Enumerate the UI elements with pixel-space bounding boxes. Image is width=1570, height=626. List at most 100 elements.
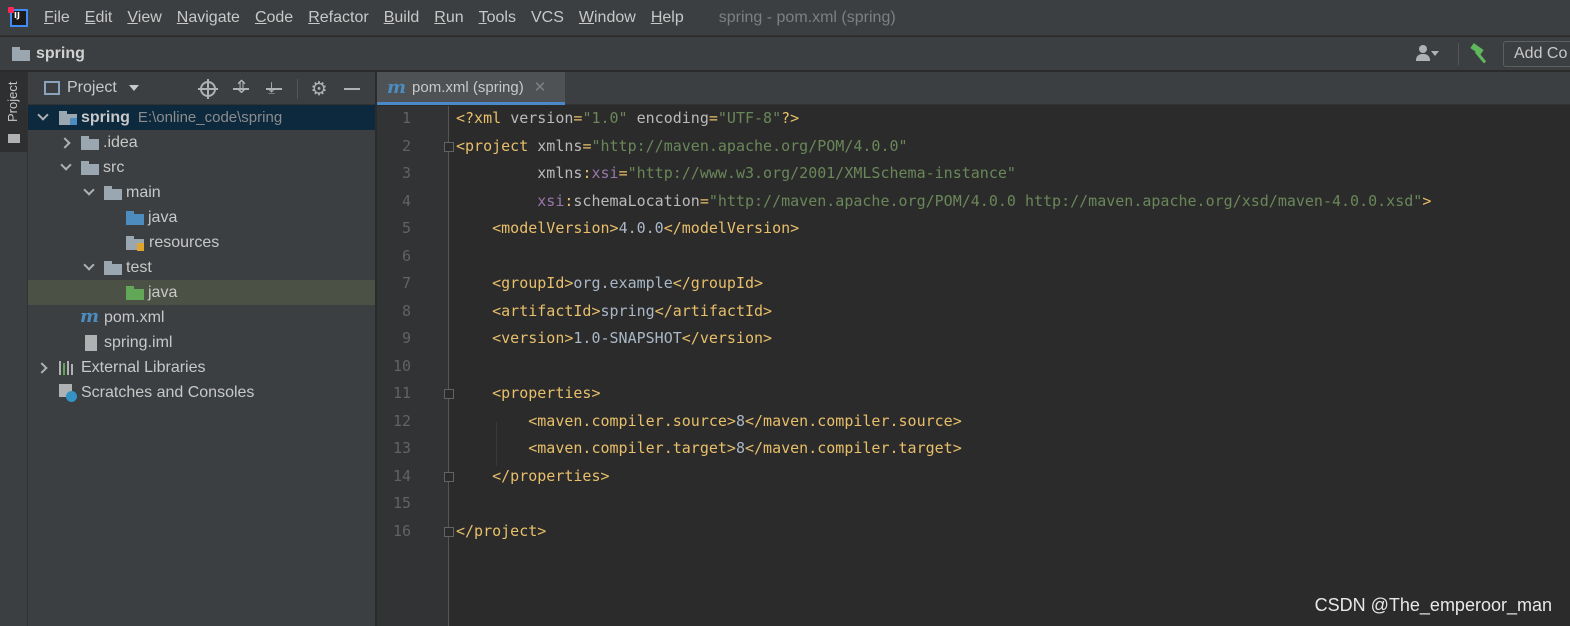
- code-token: version: [510, 109, 574, 127]
- code-token: <groupId>: [492, 274, 574, 292]
- project-view-selector[interactable]: Project: [67, 79, 117, 97]
- chevron-down-icon: [1431, 51, 1439, 56]
- tree-item-test[interactable]: test: [28, 255, 375, 280]
- tree-item-label: main: [126, 183, 161, 201]
- code-line: <modelVersion>4.0.0</modelVersion>: [456, 219, 799, 246]
- code-line: </properties>: [456, 467, 609, 494]
- chevron-right-icon[interactable]: [61, 137, 71, 147]
- tree-item-label: Scratches and Consoles: [81, 383, 255, 401]
- navigation-bar: spring Add Co: [0, 37, 1570, 71]
- menu-tools[interactable]: Tools: [479, 9, 516, 27]
- menu-window[interactable]: Window: [579, 9, 636, 27]
- chevron-down-icon[interactable]: [84, 186, 94, 196]
- code-token: </maven.compiler.target>: [745, 439, 962, 457]
- build-hammer-icon[interactable]: [1469, 44, 1489, 64]
- code-line: <artifactId>spring</artifactId>: [456, 302, 772, 329]
- code-line: </project>: [456, 522, 546, 549]
- close-icon[interactable]: ✕: [534, 78, 547, 96]
- line-number: 11: [392, 384, 411, 402]
- iml-file-icon: [85, 335, 97, 351]
- code-line: <project xmlns="http://maven.apache.org/…: [456, 137, 908, 164]
- maven-icon: m: [387, 76, 407, 98]
- watermark: CSDN @The_emperoor_man: [1314, 595, 1552, 615]
- folder-icon: [8, 134, 20, 143]
- menu-code[interactable]: Code: [255, 9, 293, 27]
- expand-all-icon[interactable]: [231, 77, 251, 99]
- tree-item-pom-xml[interactable]: m pom.xml: [28, 305, 375, 330]
- gear-icon[interactable]: ⚙: [309, 79, 329, 99]
- tab-pom-xml[interactable]: m pom.xml (spring) ✕: [377, 72, 565, 105]
- tree-item-spring-iml[interactable]: spring.iml: [28, 330, 375, 355]
- menu-vcs[interactable]: VCS: [531, 9, 564, 27]
- menu-refactor[interactable]: Refactor: [308, 9, 368, 27]
- tree-item-main-java[interactable]: java: [28, 205, 375, 230]
- tree-item-scratches[interactable]: Scratches and Consoles: [28, 380, 375, 405]
- project-tool-tab-label: Project: [5, 81, 20, 122]
- project-panel-header: Project ⚙: [28, 72, 375, 105]
- code-token: "http://maven.apache.org/POM/4.0.0": [591, 136, 908, 155]
- menu-help[interactable]: Help: [651, 9, 684, 27]
- scratches-icon: [59, 384, 77, 402]
- collapse-all-icon[interactable]: [264, 78, 284, 99]
- line-number: 16: [392, 521, 411, 540]
- code-token: =: [708, 109, 718, 127]
- chevron-down-icon[interactable]: [84, 261, 94, 271]
- menu-edit[interactable]: Edit: [85, 9, 113, 27]
- tree-item-test-java[interactable]: java: [28, 280, 375, 305]
- tree-item-spring-root[interactable]: spring E:\online_code\spring: [28, 105, 375, 130]
- code-token: <?xml: [456, 109, 511, 127]
- chevron-down-icon[interactable]: [128, 85, 139, 91]
- code-area[interactable]: <?xml version="1.0" encoding="UTF-8"?> <p…: [456, 106, 1570, 626]
- fold-marker-icon[interactable]: [444, 141, 454, 152]
- tree-item-label: test: [126, 258, 152, 276]
- line-number: 9: [401, 329, 411, 347]
- menu-navigate[interactable]: Navigate: [177, 9, 240, 27]
- line-number: 13: [392, 439, 411, 457]
- menu-run[interactable]: Run: [434, 9, 463, 27]
- tree-item-label: src: [103, 158, 125, 176]
- code-token: xmlns: [537, 164, 583, 182]
- code-token: spring: [600, 301, 655, 320]
- breadcrumb-project[interactable]: spring: [36, 45, 85, 63]
- hide-panel-icon[interactable]: [342, 79, 362, 99]
- code-token: 8: [735, 411, 745, 430]
- tree-item-src[interactable]: src: [28, 155, 375, 180]
- line-number: 5: [401, 219, 411, 237]
- line-number: 7: [401, 274, 411, 292]
- code-token: </groupId>: [672, 274, 764, 292]
- folder-icon: [81, 136, 99, 150]
- test-source-folder-icon: [126, 286, 144, 300]
- fold-marker-icon[interactable]: [444, 389, 454, 399]
- code-token: </version>: [681, 329, 773, 347]
- user-account-icon[interactable]: [1416, 45, 1439, 63]
- tree-item-resources[interactable]: resources: [28, 230, 375, 255]
- tree-item-label: spring.iml: [104, 333, 173, 351]
- menu-view[interactable]: View: [127, 9, 161, 27]
- fold-marker-icon[interactable]: [444, 526, 454, 537]
- folder-icon: [104, 186, 122, 200]
- chevron-down-icon[interactable]: [38, 111, 48, 121]
- code-token: <version>: [492, 329, 574, 347]
- menu-file[interactable]: File: [44, 9, 70, 27]
- project-panel: Project ⚙ spring E:\online_code\spring .i…: [28, 72, 376, 626]
- project-tool-tab[interactable]: Project: [0, 72, 27, 152]
- select-opened-file-icon[interactable]: [198, 78, 218, 99]
- tree-item-idea[interactable]: .idea: [28, 130, 375, 155]
- tree-item-label: spring: [81, 108, 130, 126]
- tree-item-label: java: [148, 208, 178, 226]
- chevron-down-icon[interactable]: [61, 161, 71, 171]
- fold-marker-icon[interactable]: [444, 471, 454, 482]
- add-configuration-button[interactable]: Add Co: [1503, 41, 1570, 67]
- tree-item-main[interactable]: main: [28, 180, 375, 205]
- line-number: 8: [401, 301, 411, 320]
- code-token: 4.0.0: [618, 219, 664, 237]
- chevron-right-icon[interactable]: [38, 362, 48, 372]
- tree-item-label: resources: [149, 233, 220, 251]
- menu-build[interactable]: Build: [384, 9, 420, 27]
- code-token: 1.0-SNAPSHOT: [573, 329, 682, 347]
- code-line: <version>1.0-SNAPSHOT</version>: [456, 329, 772, 356]
- tree-item-external-libraries[interactable]: External Libraries: [28, 355, 375, 380]
